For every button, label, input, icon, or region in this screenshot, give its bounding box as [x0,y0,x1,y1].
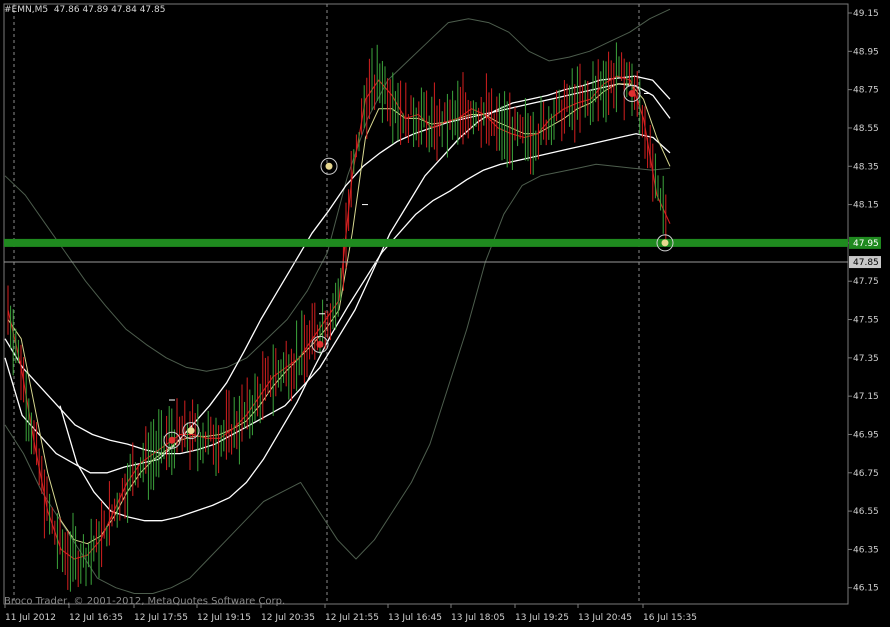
x-tick-label: 12 Jul 17:55 [134,613,188,623]
x-tick-label: 12 Jul 16:35 [69,613,123,623]
y-tick-label: 47.75 [853,277,879,287]
chart-canvas[interactable]: 49.15 48.95 48.75 48.55 48.35 48.15 47.95 47.75… [0,0,890,627]
y-tick-label: 47.55 [853,316,879,326]
sell-signal-marker [628,89,636,97]
x-tick-label: 12 Jul 20:35 [261,613,315,623]
buy-signal-marker [187,427,195,435]
ohlc-readout: 47.86 47.89 47.84 47.85 [53,5,166,15]
y-tick-label: 48.55 [853,124,879,134]
y-tick-label: 49.15 [853,9,879,19]
envelope-upper-line [4,75,671,455]
buy-signal-marker [325,162,333,170]
y-tick-label: 48.15 [853,201,879,211]
buy-signal-marker [661,239,669,247]
symbol-label: #EMN,M5 [4,5,49,15]
level-line [4,238,848,247]
sell-signal-marker [316,340,324,348]
plot-frame [3,3,849,605]
price-chart[interactable]: 49.15 48.95 48.75 48.55 48.35 48.15 47.95 47.75… [0,0,890,627]
y-tick-label: 48.75 [853,86,879,96]
sell-signal-marker [168,436,176,444]
y-tick-label: 46.15 [853,584,879,594]
x-tick-label: 13 Jul 20:45 [578,613,632,623]
x-tick-label: 13 Jul 16:45 [388,613,442,623]
y-tick-label: 47.15 [853,392,879,402]
level-price-label: 47.95 [853,239,879,249]
envelope-middle-line [4,83,671,474]
y-tick-label: 46.95 [853,430,879,440]
chart-header: #EMN,M5 47.86 47.89 47.84 47.85 [4,5,165,15]
y-tick-label: 46.55 [853,507,879,517]
x-tick-label: 13 Jul 19:25 [515,613,569,623]
current-price-label: 47.85 [853,258,879,268]
y-tick-label: 46.75 [853,469,879,479]
copyright-text: Broco Trader, © 2001-2012, MetaQuotes So… [4,596,286,607]
y-tick-label: 47.35 [853,354,879,364]
y-tick-label: 46.35 [853,545,879,555]
y-tick-label: 48.95 [853,47,879,57]
bollinger-upper-line [4,8,671,372]
x-tick-label: 16 Jul 15:35 [643,613,697,623]
x-tick-label: 13 Jul 18:05 [451,613,505,623]
x-tick-label: 12 Jul 21:55 [325,613,379,623]
slow-ma-line [7,83,671,545]
bollinger-lower-line [4,163,671,594]
x-tick-label: 11 Jul 2012 [5,613,56,623]
x-tick-label: 12 Jul 19:15 [197,613,251,623]
y-tick-label: 48.35 [853,162,879,172]
